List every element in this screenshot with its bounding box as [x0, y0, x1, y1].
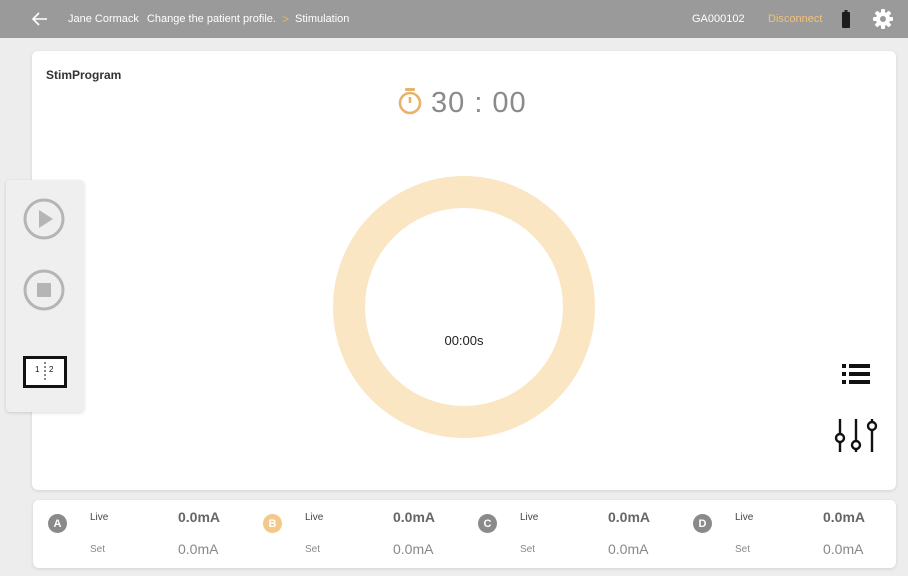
channel-badge: C — [478, 514, 497, 533]
channel-b[interactable]: B Live 0.0mA Set 0.0mA — [253, 500, 463, 568]
play-button[interactable] — [22, 197, 66, 241]
set-label: Set — [305, 544, 321, 555]
live-label: Live — [90, 512, 109, 523]
channel-badge: D — [693, 514, 712, 533]
layout-label-2: 2 — [49, 365, 54, 374]
layout-label-1: 1 — [35, 365, 40, 374]
session-timer: 30 : 00 — [397, 87, 527, 120]
device-id: GA000102 — [692, 13, 745, 25]
live-value: 0.0mA — [178, 509, 221, 525]
side-control-panel: 1 2 — [6, 180, 84, 412]
breadcrumb: Jane Cormack Change the patient profile.… — [68, 0, 349, 38]
set-label: Set — [735, 544, 751, 555]
channel-c[interactable]: C Live 0.0mA Set 0.0mA — [468, 500, 678, 568]
live-value: 0.0mA — [823, 509, 866, 525]
elapsed-time: 00:00s — [444, 332, 484, 348]
set-value: 0.0mA — [393, 541, 434, 557]
channel-a[interactable]: A Live 0.0mA Set 0.0mA — [38, 500, 248, 568]
live-value: 0.0mA — [393, 509, 436, 525]
progress-ring: 00:00s — [332, 175, 596, 439]
channel-badge: B — [263, 514, 282, 533]
set-label: Set — [520, 544, 536, 555]
live-label: Live — [305, 512, 324, 523]
battery-icon — [842, 10, 850, 28]
gear-icon[interactable] — [872, 8, 894, 30]
top-bar: Jane Cormack Change the patient profile.… — [0, 0, 908, 38]
disconnect-button[interactable]: Disconnect — [768, 0, 822, 38]
program-title: StimProgram — [46, 68, 122, 82]
set-value: 0.0mA — [178, 541, 219, 557]
current-page-title: Stimulation — [294, 13, 350, 25]
change-profile-link[interactable]: Change the patient profile. — [147, 13, 276, 25]
layout-split-button[interactable]: 1 2 — [23, 356, 67, 388]
sliders-icon[interactable] — [832, 416, 880, 454]
set-value: 0.0mA — [823, 541, 864, 557]
play-icon — [23, 198, 65, 240]
stop-icon — [23, 269, 65, 311]
layout-split-icon — [23, 356, 67, 388]
channels-panel: A Live 0.0mA Set 0.0mA B Live 0.0mA Set … — [33, 500, 896, 568]
channel-badge: A — [48, 514, 67, 533]
list-icon[interactable] — [842, 363, 870, 385]
stim-program-card: StimProgram 30 : 00 00:00s — [32, 51, 896, 490]
live-label: Live — [735, 512, 754, 523]
stopwatch-icon — [397, 87, 423, 120]
live-value: 0.0mA — [608, 509, 651, 525]
timer-value: 30 : 00 — [431, 87, 527, 119]
set-label: Set — [90, 544, 106, 555]
set-value: 0.0mA — [608, 541, 649, 557]
patient-name: Jane Cormack — [68, 13, 139, 25]
stop-button[interactable] — [22, 268, 66, 312]
live-label: Live — [520, 512, 539, 523]
back-arrow-icon[interactable] — [30, 9, 50, 29]
channel-d[interactable]: D Live 0.0mA Set 0.0mA — [683, 500, 893, 568]
breadcrumb-separator: > — [281, 12, 289, 26]
